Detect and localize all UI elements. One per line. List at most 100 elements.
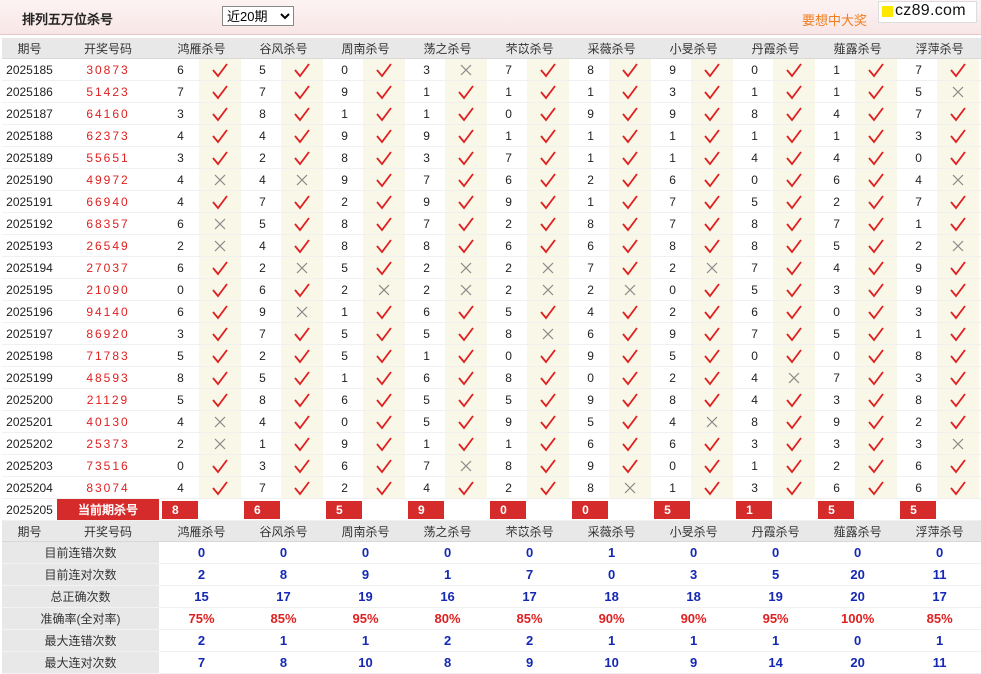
kill-number: 6 [490,235,528,257]
kill-number: 1 [736,125,774,147]
check-icon [773,411,816,433]
check-icon [363,213,406,235]
kill-number: 2 [408,279,446,301]
issue-number: 2025200 [2,389,57,411]
table-row: 20252014013044059548928 [2,411,981,433]
summary-row: 最大连对次数7810891091420113 [2,652,981,674]
check-icon [773,301,816,323]
header-expert: 丹霞杀号 [736,38,816,59]
kill-number: 4 [162,191,199,213]
summary-value: 0 [326,542,406,564]
check-icon [773,125,816,147]
header-expert: 周南杀号 [326,38,406,59]
cross-icon [691,411,734,433]
check-icon [609,323,652,345]
check-icon [855,433,898,455]
table-header-row: 期号 开奖号码 鸿雁杀号 谷风杀号 周南杀号 荡之杀号 芣苡杀号 采薇杀号 小旻杀号 丹霞杀号 薤露… [2,521,981,542]
kill-number: 1 [654,125,692,147]
kill-number: 6 [408,367,446,389]
kill-number: 6 [572,235,610,257]
header-code: 开奖号码 [57,38,159,59]
kill-number: 6 [900,455,938,477]
check-icon [199,81,242,103]
kill-number: 8 [244,389,282,411]
summary-value: 17 [244,586,324,608]
kill-number: 9 [900,257,938,279]
kill-number: 6 [162,301,199,323]
kill-number: 8 [654,389,692,411]
kill-number: 1 [244,433,282,455]
check-icon [281,433,324,455]
draw-code: 26549 [57,235,159,257]
table-row: 20251942703762522727496 [2,257,981,279]
check-icon [691,455,734,477]
check-icon [773,103,816,125]
period-select[interactable]: 近20期 [222,6,294,26]
cross-icon [937,235,980,257]
check-icon [855,279,898,301]
check-icon [445,147,488,169]
check-icon [281,147,324,169]
draw-code: 30873 [57,59,159,81]
kill-number: 9 [326,81,364,103]
check-icon [691,191,734,213]
kill-number: 0 [490,345,528,367]
header-expert: 小旻杀号 [654,521,734,542]
kill-number: 0 [326,411,364,433]
current-kill: 5 [900,499,980,521]
kill-number: 6 [326,455,364,477]
kill-number: 6 [244,279,282,301]
check-icon [855,411,898,433]
kill-number: 7 [490,59,528,81]
kill-number: 2 [326,279,364,301]
kill-number: 7 [490,147,528,169]
kill-number: 7 [818,367,856,389]
check-icon [527,81,570,103]
check-icon [363,235,406,257]
kill-number: 3 [900,433,938,455]
summary-row: 总正确次数151719161718181920176 [2,586,981,608]
kill-number: 5 [490,301,528,323]
check-icon [527,345,570,367]
kill-number: 2 [490,279,528,301]
check-icon [527,477,570,499]
check-icon [199,147,242,169]
check-icon [445,389,488,411]
kill-number: 0 [736,59,774,81]
kill-number: 5 [654,345,692,367]
kill-number: 0 [736,345,774,367]
site-logo[interactable]: cz89.com [878,1,977,23]
check-icon [773,389,816,411]
kill-number: 8 [900,389,938,411]
table-row: 2025188623734499111113全对 [2,125,981,147]
summary-value: 17 [900,586,980,608]
check-icon [199,191,242,213]
summary-value: 1 [736,630,816,652]
check-icon [199,389,242,411]
header-expert: 芣苡杀号 [490,521,570,542]
draw-code: 49972 [57,169,159,191]
table-row: 2025191669404729917527全对 [2,191,981,213]
issue-number: 2025196 [2,301,57,323]
kill-number: 1 [654,477,692,499]
header-issue: 期号 [2,521,57,542]
check-icon [855,235,898,257]
check-icon [363,103,406,125]
check-icon [527,147,570,169]
current-kill-number: 1 [736,500,773,519]
kill-number: 4 [408,477,446,499]
draw-code: 66940 [57,191,159,213]
header-expert: 荡之杀号 [408,38,488,59]
summary-value: 10 [572,652,652,674]
kill-number: 1 [572,147,610,169]
kill-number: 8 [736,411,774,433]
summary-value: 0 [818,630,898,652]
current-kill-number: 0 [572,500,609,519]
check-icon [937,367,980,389]
kill-number: 3 [818,433,856,455]
header-expert: 鸿雁杀号 [162,521,242,542]
kill-number: 5 [162,389,199,411]
check-icon [281,191,324,213]
kill-number: 9 [654,323,692,345]
promo-link[interactable]: 要想中大奖 [802,10,867,29]
